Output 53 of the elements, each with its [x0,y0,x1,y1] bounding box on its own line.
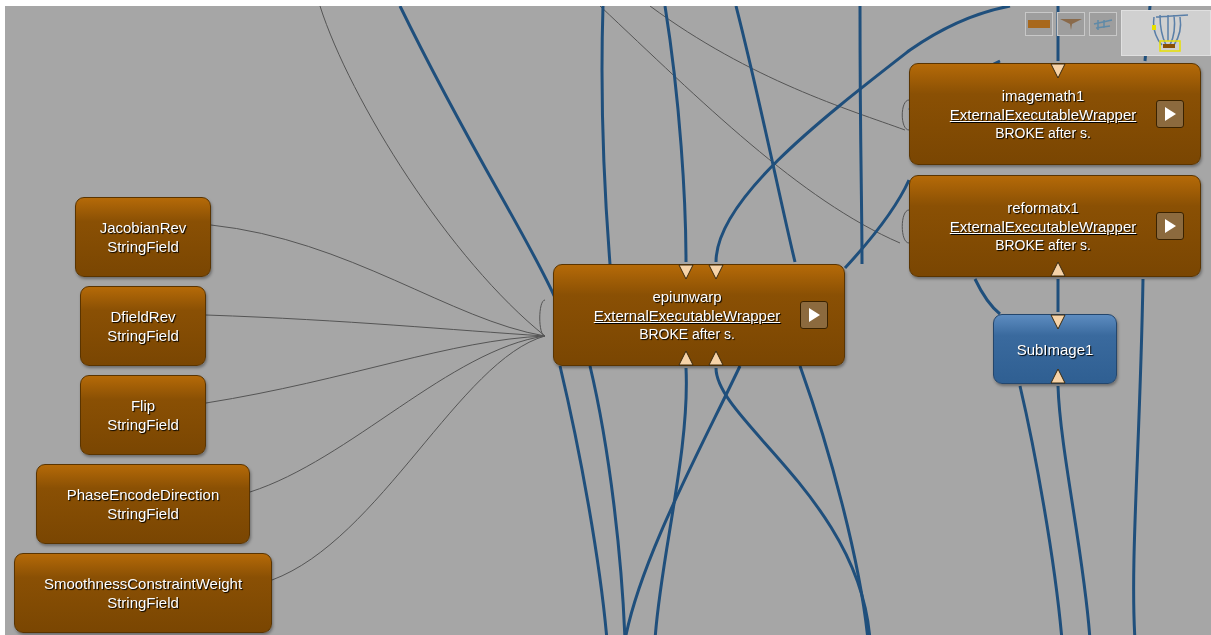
node-type: StringField [107,326,179,345]
minimap-panel[interactable] [1121,10,1211,56]
play-button[interactable] [1156,100,1184,128]
node-name: imagemath1 [1001,85,1085,105]
field-node[interactable]: Flip StringField [80,375,206,455]
wrapper-node[interactable]: imagemath1 ExternalExecutableWrapper BROKE after s. [909,63,1201,165]
node-type-link[interactable]: ExternalExecutableWrapper [949,104,1137,124]
node-name: SmoothnessConstraintWeight [43,574,243,593]
play-icon [1162,218,1178,234]
wrapper-node[interactable]: reformatx1 ExternalExecutableWrapper BROKE after s. [909,175,1201,277]
node-name: reformatx1 [1007,197,1079,217]
connection-line [973,278,1001,316]
node-name: SubImage1 [1016,340,1094,358]
fan-icon [1060,18,1082,30]
port-icon[interactable] [708,350,724,366]
node-name: Flip [130,396,156,415]
node-type-link[interactable]: ExternalExecutableWrapper [949,216,1137,236]
field-node[interactable]: JacobianRev StringField [75,197,211,277]
node-status: BROKE after s. [995,123,1091,143]
port-icon[interactable] [1050,314,1066,330]
node-status: BROKE after s. [639,324,735,344]
node-name: epiunwarp [652,286,722,306]
thumbnail-button[interactable] [1089,12,1117,36]
play-button[interactable] [800,301,828,329]
port-icon[interactable] [678,264,694,280]
node-name: PhaseEncodeDirection [66,485,220,504]
node-type: StringField [107,415,179,434]
port-icon[interactable] [1050,368,1066,384]
thumbnail-button[interactable] [1057,12,1085,36]
field-node[interactable]: SmoothnessConstraintWeight StringField [14,553,272,633]
port-icon[interactable] [708,264,724,280]
thumbnail-button[interactable] [1025,12,1053,36]
port-icon[interactable] [1050,63,1066,79]
bar-icon [1028,20,1050,28]
node-type-link[interactable]: ExternalExecutableWrapper [593,305,781,325]
play-icon [806,307,822,323]
field-node[interactable]: DfieldRev StringField [80,286,206,366]
tree-icon [1092,16,1114,32]
connection-line [1056,279,1060,312]
image-node[interactable]: SubImage1 [993,314,1117,384]
play-icon [1162,106,1178,122]
node-name: JacobianRev [99,218,187,237]
node-type: StringField [107,504,179,523]
node-type: StringField [107,593,179,612]
port-icon[interactable] [678,350,694,366]
minimap-graph-drawing [1152,14,1189,52]
node-status: BROKE after s. [995,235,1091,255]
node-type: StringField [107,237,179,256]
port-icon[interactable] [1050,261,1066,277]
field-node[interactable]: PhaseEncodeDirection StringField [36,464,250,544]
wrapper-node[interactable]: epiunwarp ExternalExecutableWrapper BROKE after s. [553,264,845,366]
node-name: DfieldRev [110,307,176,326]
play-button[interactable] [1156,212,1184,240]
